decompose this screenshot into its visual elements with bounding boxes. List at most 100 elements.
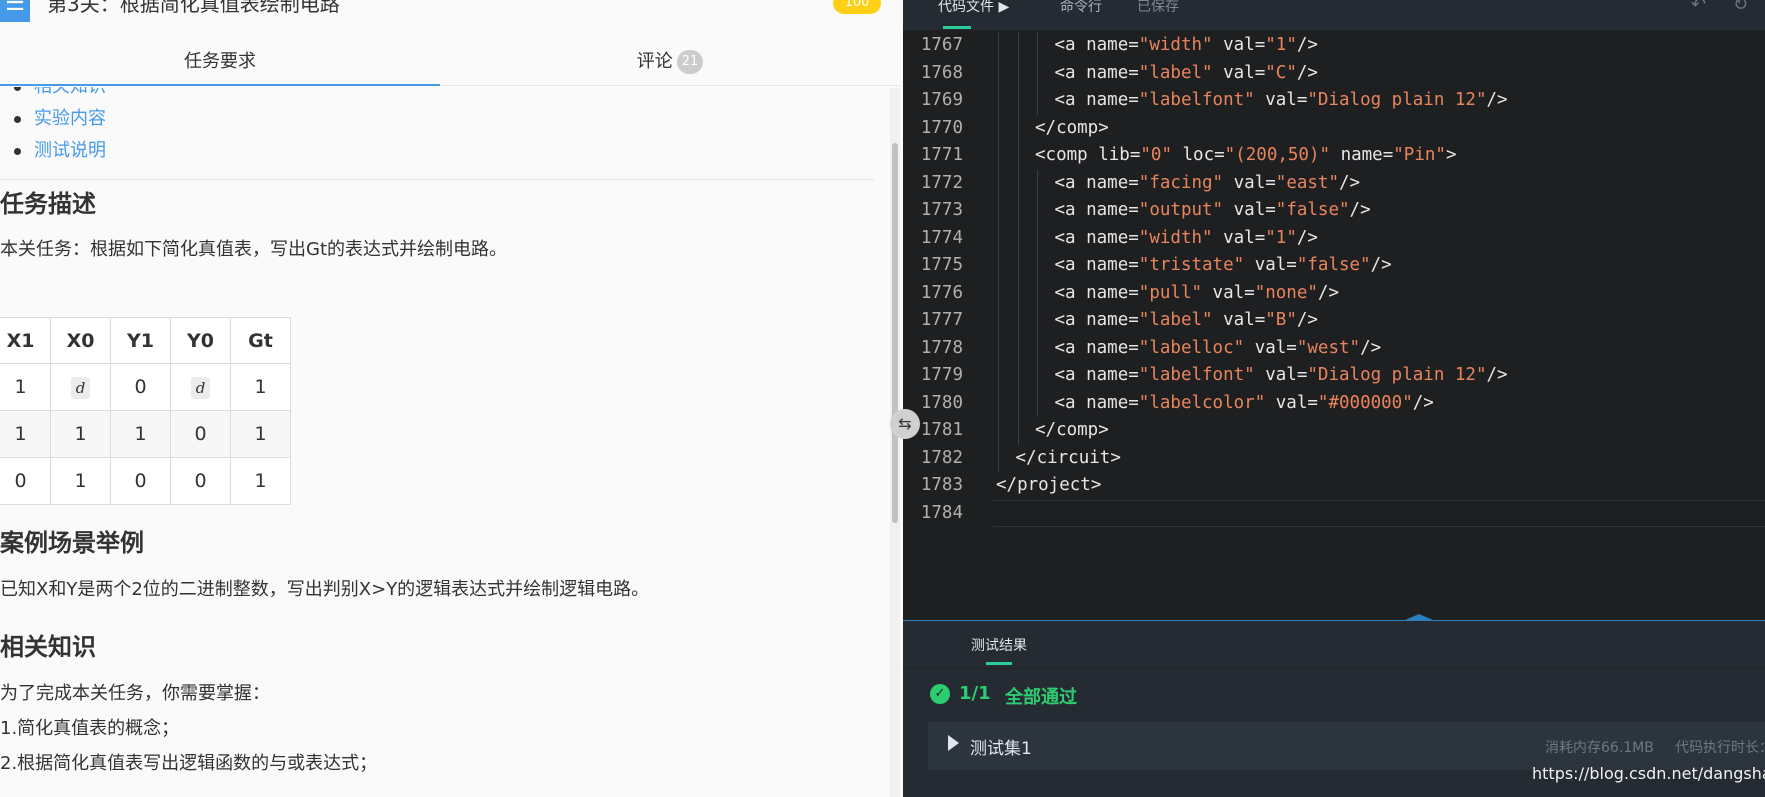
code-text: <comp lib="0" loc="(200,50)" name="Pin"> — [1035, 142, 1456, 170]
code-token: </project> — [996, 475, 1102, 495]
indent-guide — [1017, 389, 1019, 417]
code-token: name= — [1086, 227, 1139, 248]
string-token: "west" — [1296, 337, 1361, 358]
table-cell: 1 — [50, 410, 111, 458]
scrollbar[interactable] — [890, 88, 900, 797]
code-line[interactable]: 1776 <a name="pull" val="none"/> — [903, 279, 1765, 307]
code-token: <a — [1054, 90, 1087, 110]
line-number: 1779 — [920, 365, 963, 385]
code-line[interactable]: 1780 <a name="labelcolor" val="#000000"/> — [903, 389, 1765, 418]
truth-table: X1 X0 Y1 Y0 Gt 1 d 0 d 1 1 1 1 0 1 0 1 0… — [0, 317, 291, 505]
dont-care-value: d — [190, 376, 211, 399]
code-token: name= — [1086, 172, 1139, 193]
code-line[interactable]: 1784 — [903, 499, 1765, 527]
code-token: /> — [1486, 90, 1508, 110]
undo-icon[interactable]: ↶ — [1691, 0, 1706, 15]
indent-guide — [1017, 59, 1019, 87]
code-token: val= — [1254, 90, 1308, 110]
string-token: "B" — [1265, 310, 1297, 330]
indent-guide — [998, 334, 999, 362]
refresh-icon[interactable]: ↻ — [1733, 0, 1748, 15]
code-line[interactable]: 1775 <a name="tristate" val="false"/> — [903, 252, 1765, 280]
code-token: name= — [1086, 365, 1139, 385]
code-text: <a name="label" val="C"/> — [1055, 60, 1318, 88]
toc-link[interactable]: 测试说明 — [14, 135, 106, 167]
line-number: 1770 — [920, 117, 963, 138]
string-token: "false" — [1275, 200, 1350, 220]
tab-comments[interactable]: 评论 21 — [440, 42, 900, 86]
line-number: 1771 — [920, 145, 963, 165]
tab-code-file[interactable]: 代码文件 ▶ — [938, 0, 1009, 16]
string-token: "width" — [1138, 227, 1213, 248]
expand-arrow-icon[interactable] — [948, 735, 959, 751]
test-set-name: 测试集1 — [970, 739, 1032, 759]
table-cell: 0 — [0, 457, 51, 505]
code-token: /> — [1370, 255, 1392, 275]
code-token: name= — [1086, 200, 1139, 220]
code-line[interactable]: 1773 <a name="output" val="false"/> — [903, 197, 1765, 225]
code-line[interactable]: 1782 </circuit> — [903, 444, 1765, 472]
string-token: "C" — [1265, 62, 1297, 83]
line-number: 1767 — [920, 35, 963, 55]
code-line[interactable]: 1774 <a name="width" val="1"/> — [903, 224, 1765, 252]
tab-test-results[interactable]: 测试结果 — [971, 635, 1027, 655]
code-line[interactable]: 1771 <comp lib="0" loc="(200,50)" name="P… — [903, 142, 1765, 170]
indent-guide — [1037, 59, 1038, 87]
menu-button[interactable]: ☰ — [0, 0, 30, 22]
code-line[interactable]: 1778 <a name="labelloc" val="west"/> — [903, 334, 1765, 362]
toc-link[interactable]: 相关知识 — [14, 87, 106, 103]
line-number: 1768 — [920, 62, 963, 83]
code-line[interactable]: 1768 <a name="label" val="C"/> — [903, 59, 1765, 88]
code-token: <a — [1054, 310, 1087, 330]
code-line[interactable]: 1770 </comp> — [903, 114, 1765, 142]
code-token: <a — [1054, 172, 1087, 193]
table-cell: d — [50, 363, 111, 411]
code-line[interactable]: 1767 <a name="width" val="1"/> — [903, 32, 1765, 60]
code-token: /> — [1296, 35, 1318, 55]
code-token: /> — [1412, 392, 1434, 413]
code-token: <a — [1054, 200, 1087, 220]
task-description: 本关任务：根据如下简化真值表，写出Gt的表达式并绘制电路。 — [0, 239, 508, 260]
indent-guide — [998, 59, 999, 87]
string-token: "tristate" — [1138, 255, 1245, 275]
tab-command-line[interactable]: 命令行 — [1060, 0, 1102, 16]
code-token: <a — [1054, 365, 1087, 385]
level-header: ☰ 第3关：根据简化真值表绘制电路 100 — [0, 0, 900, 28]
code-text: <a name="output" val="false"/> — [1055, 197, 1371, 225]
tab-task-requirements[interactable]: 任务要求 — [0, 42, 440, 86]
indent-guide — [1037, 197, 1038, 225]
string-token: "label" — [1138, 310, 1213, 330]
indent-guide — [998, 142, 999, 170]
level-title: 第3关：根据简化真值表绘制电路 — [47, 0, 340, 16]
code-token: <a — [1054, 282, 1087, 303]
code-token: /> — [1296, 310, 1318, 330]
string-token: "false" — [1296, 255, 1371, 275]
line-number: 1778 — [920, 337, 963, 358]
indent-guide — [998, 252, 999, 280]
code-token: val= — [1244, 255, 1297, 275]
code-line[interactable]: 1779 <a name="labelfont" val="Dialog plai… — [903, 362, 1765, 390]
test-set-row[interactable]: 测试集1 消耗内存66.1MB 代码执行时长： — [928, 722, 1765, 770]
code-line[interactable]: 1781 </comp> — [903, 417, 1765, 445]
code-editor[interactable]: 1767 <a name="width" val="1"/> 1768 <a name… — [903, 32, 1765, 622]
code-text: <a name="labelcolor" val="#000000"/> — [1055, 390, 1434, 418]
code-token: /> — [1296, 62, 1318, 83]
knowledge-item: 1.简化真值表的概念； — [0, 718, 180, 739]
example-text: 已知X和Y是两个2位的二进制整数，写出判别X>Y的逻辑表达式并绘制逻辑电路。 — [0, 579, 650, 600]
indent-guide — [998, 362, 999, 390]
code-text: <a name="width" val="1"/> — [1055, 32, 1318, 60]
swap-panels-icon[interactable]: ⇆ — [890, 409, 920, 439]
scrollbar-thumb[interactable] — [892, 143, 898, 523]
code-line[interactable]: 1769 <a name="labelfont" val="Dialog plai… — [903, 87, 1765, 115]
code-token: <a — [1054, 35, 1087, 55]
table-cell: 0 — [110, 363, 171, 411]
task-panel: ☰ 第3关：根据简化真值表绘制电路 100 任务要求 评论21 相关知识 实验内… — [0, 0, 900, 797]
string-token: "pull" — [1138, 282, 1203, 303]
code-line[interactable]: 1772 <a name="facing" val="east"/> — [903, 169, 1765, 197]
toc-link[interactable]: 实验内容 — [14, 103, 106, 135]
code-line[interactable]: 1783 </project> — [903, 472, 1765, 500]
code-line[interactable]: 1777 <a name="label" val="B"/> — [903, 307, 1765, 335]
section-heading: 案例场景举例 — [0, 529, 144, 557]
code-token: <a — [1054, 227, 1087, 248]
indent-guide — [998, 224, 999, 252]
